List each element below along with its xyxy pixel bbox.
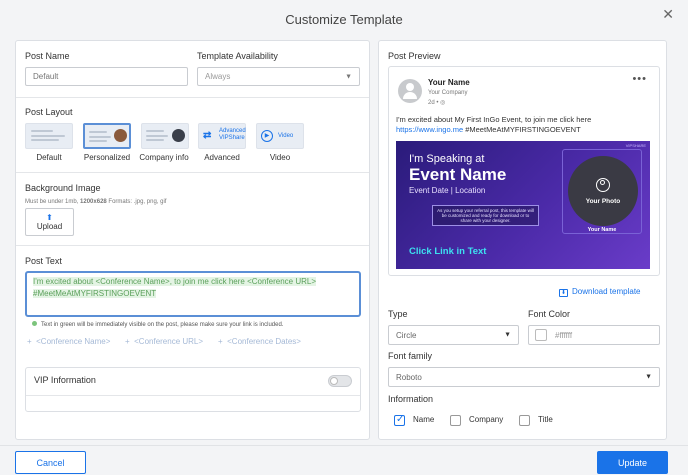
download-template-link[interactable]: ⬇ Download template <box>559 287 640 297</box>
play-icon: ▶ <box>261 130 273 142</box>
upload-label: Upload <box>36 222 63 231</box>
footer-divider <box>0 445 688 446</box>
vip-information-section: VIP Information <box>25 367 361 412</box>
avatar-icon <box>114 129 127 142</box>
layout-option-company-info[interactable] <box>141 123 189 149</box>
chip-conference-url[interactable]: + <Conference URL> <box>125 337 203 346</box>
avatar <box>398 79 422 103</box>
post-name-input[interactable] <box>25 67 188 86</box>
font-color-value: #ffffff <box>555 330 573 340</box>
download-template-label: Download template <box>572 287 641 296</box>
layout-option-advanced-inner: Advanced VIPShare <box>219 128 246 141</box>
preview-panel: Post Preview Your Name Your Company 2d •… <box>378 40 667 440</box>
preview-company: Your Company <box>428 90 468 96</box>
preview-time: 2d • ◎ <box>428 100 446 106</box>
banner-event-name: Event Name <box>409 165 507 184</box>
layout-option-personalized[interactable] <box>83 123 131 149</box>
chevron-down-icon: ▼ <box>645 373 652 381</box>
color-swatch[interactable] <box>535 329 547 341</box>
divider <box>26 395 360 396</box>
preview-name: Your Name <box>428 78 470 87</box>
chevron-down-icon: ▼ <box>504 331 511 339</box>
update-button[interactable]: Update <box>597 451 668 474</box>
information-label: Information <box>388 394 434 404</box>
globe-icon: ◎ <box>440 100 446 106</box>
post-name-label: Post Name <box>25 51 70 61</box>
preview-hashtag: #MeetMeAtMYFIRSTINGOEVENT <box>465 125 581 134</box>
download-icon: ⬇ <box>559 289 568 297</box>
more-options-icon[interactable]: ••• <box>632 73 647 85</box>
post-text-value: I'm excited about <Conference Name>, to … <box>33 277 317 298</box>
type-value: Circle <box>396 330 417 340</box>
layout-option-video-inner: Video <box>278 133 294 139</box>
chip-conference-dates[interactable]: + <Conference Dates> <box>218 337 301 346</box>
layout-option-video-label: Video <box>269 153 291 162</box>
cancel-button[interactable]: Cancel <box>15 451 86 474</box>
chip-conference-name-label: <Conference Name> <box>36 337 111 346</box>
font-family-label: Font family <box>388 351 433 361</box>
checkbox-title-label: Title <box>538 415 553 424</box>
template-availability-label: Template Availability <box>197 51 278 61</box>
checkbox-company-label: Company <box>469 415 504 424</box>
background-image-label: Background Image <box>25 183 101 193</box>
checkbox-title[interactable] <box>519 415 530 426</box>
banner-description: As you setup your referral post, this te… <box>432 205 539 226</box>
divider <box>16 172 369 173</box>
divider <box>16 245 369 246</box>
font-family-value: Roboto <box>396 372 422 382</box>
banner-photo-label: Your Photo <box>585 198 621 205</box>
post-text-area[interactable]: I'm excited about <Conference Name>, to … <box>25 271 361 317</box>
preview-banner: VIPSHARE I'm Speaking at Event Name Even… <box>396 141 650 269</box>
layout-option-video[interactable]: ▶ Video <box>256 123 304 149</box>
type-label: Type <box>388 309 408 319</box>
font-color-label: Font Color <box>528 309 571 319</box>
post-text-hint: Text in green will be immediately visibl… <box>32 321 283 328</box>
font-family-select[interactable]: Roboto ▼ <box>388 367 660 387</box>
close-icon[interactable]: ✕ <box>662 6 674 23</box>
layout-option-default[interactable] <box>25 123 73 149</box>
post-preview-card: Your Name Your Company 2d • ◎ ••• I'm ex… <box>388 66 660 276</box>
banner-speaking: I'm Speaking at <box>409 153 485 165</box>
chevron-down-icon: ▼ <box>345 73 352 80</box>
dialog-title: Customize Template <box>285 12 403 27</box>
chip-conference-name[interactable]: + <Conference Name> <box>27 337 110 346</box>
chip-conference-url-label: <Conference URL> <box>134 337 204 346</box>
banner-photo-frame: Your Photo <box>562 149 642 234</box>
banner-cta: Click Link in Text <box>409 246 487 257</box>
preview-text: I'm excited about My First InGo Event, t… <box>396 115 592 134</box>
background-image-hint: Must be under 1mb, 1200x628 Formats: .jp… <box>25 199 167 205</box>
settings-panel: Post Name Template Availability Always ▼… <box>15 40 370 440</box>
vip-information-label: VIP Information <box>34 375 96 385</box>
checkbox-name-label: Name <box>413 415 435 424</box>
divider <box>16 97 369 98</box>
post-layout-label: Post Layout <box>25 107 73 117</box>
chip-conference-dates-label: <Conference Dates> <box>227 337 301 346</box>
checkbox-company[interactable] <box>450 415 461 426</box>
checkbox-name[interactable] <box>394 414 405 426</box>
upload-button[interactable]: ⬆ Upload <box>25 208 74 236</box>
green-dot-icon <box>32 321 37 326</box>
preview-link[interactable]: https://www.ingo.me <box>396 125 463 134</box>
banner-name-label: Your Name <box>587 227 617 233</box>
post-text-label: Post Text <box>25 256 62 266</box>
banner-photo-circle: Your Photo <box>568 156 638 226</box>
template-availability-select[interactable]: Always ▼ <box>197 67 360 86</box>
banner-event-meta: Event Date | Location <box>409 186 486 195</box>
upload-icon: ⬆ <box>46 213 53 222</box>
banner-brand: VIPSHARE <box>625 143 646 148</box>
post-preview-label: Post Preview <box>388 51 441 61</box>
type-select[interactable]: Circle ▼ <box>388 325 519 345</box>
layout-option-advanced[interactable]: ⇄ Advanced VIPShare <box>198 123 246 149</box>
font-color-input[interactable]: #ffffff <box>528 325 660 345</box>
vipshare-icon: ⇄ <box>203 130 212 141</box>
user-icon <box>596 178 610 192</box>
vip-information-toggle[interactable] <box>328 375 352 387</box>
company-avatar-icon <box>172 129 185 142</box>
template-availability-value: Always <box>205 72 231 81</box>
